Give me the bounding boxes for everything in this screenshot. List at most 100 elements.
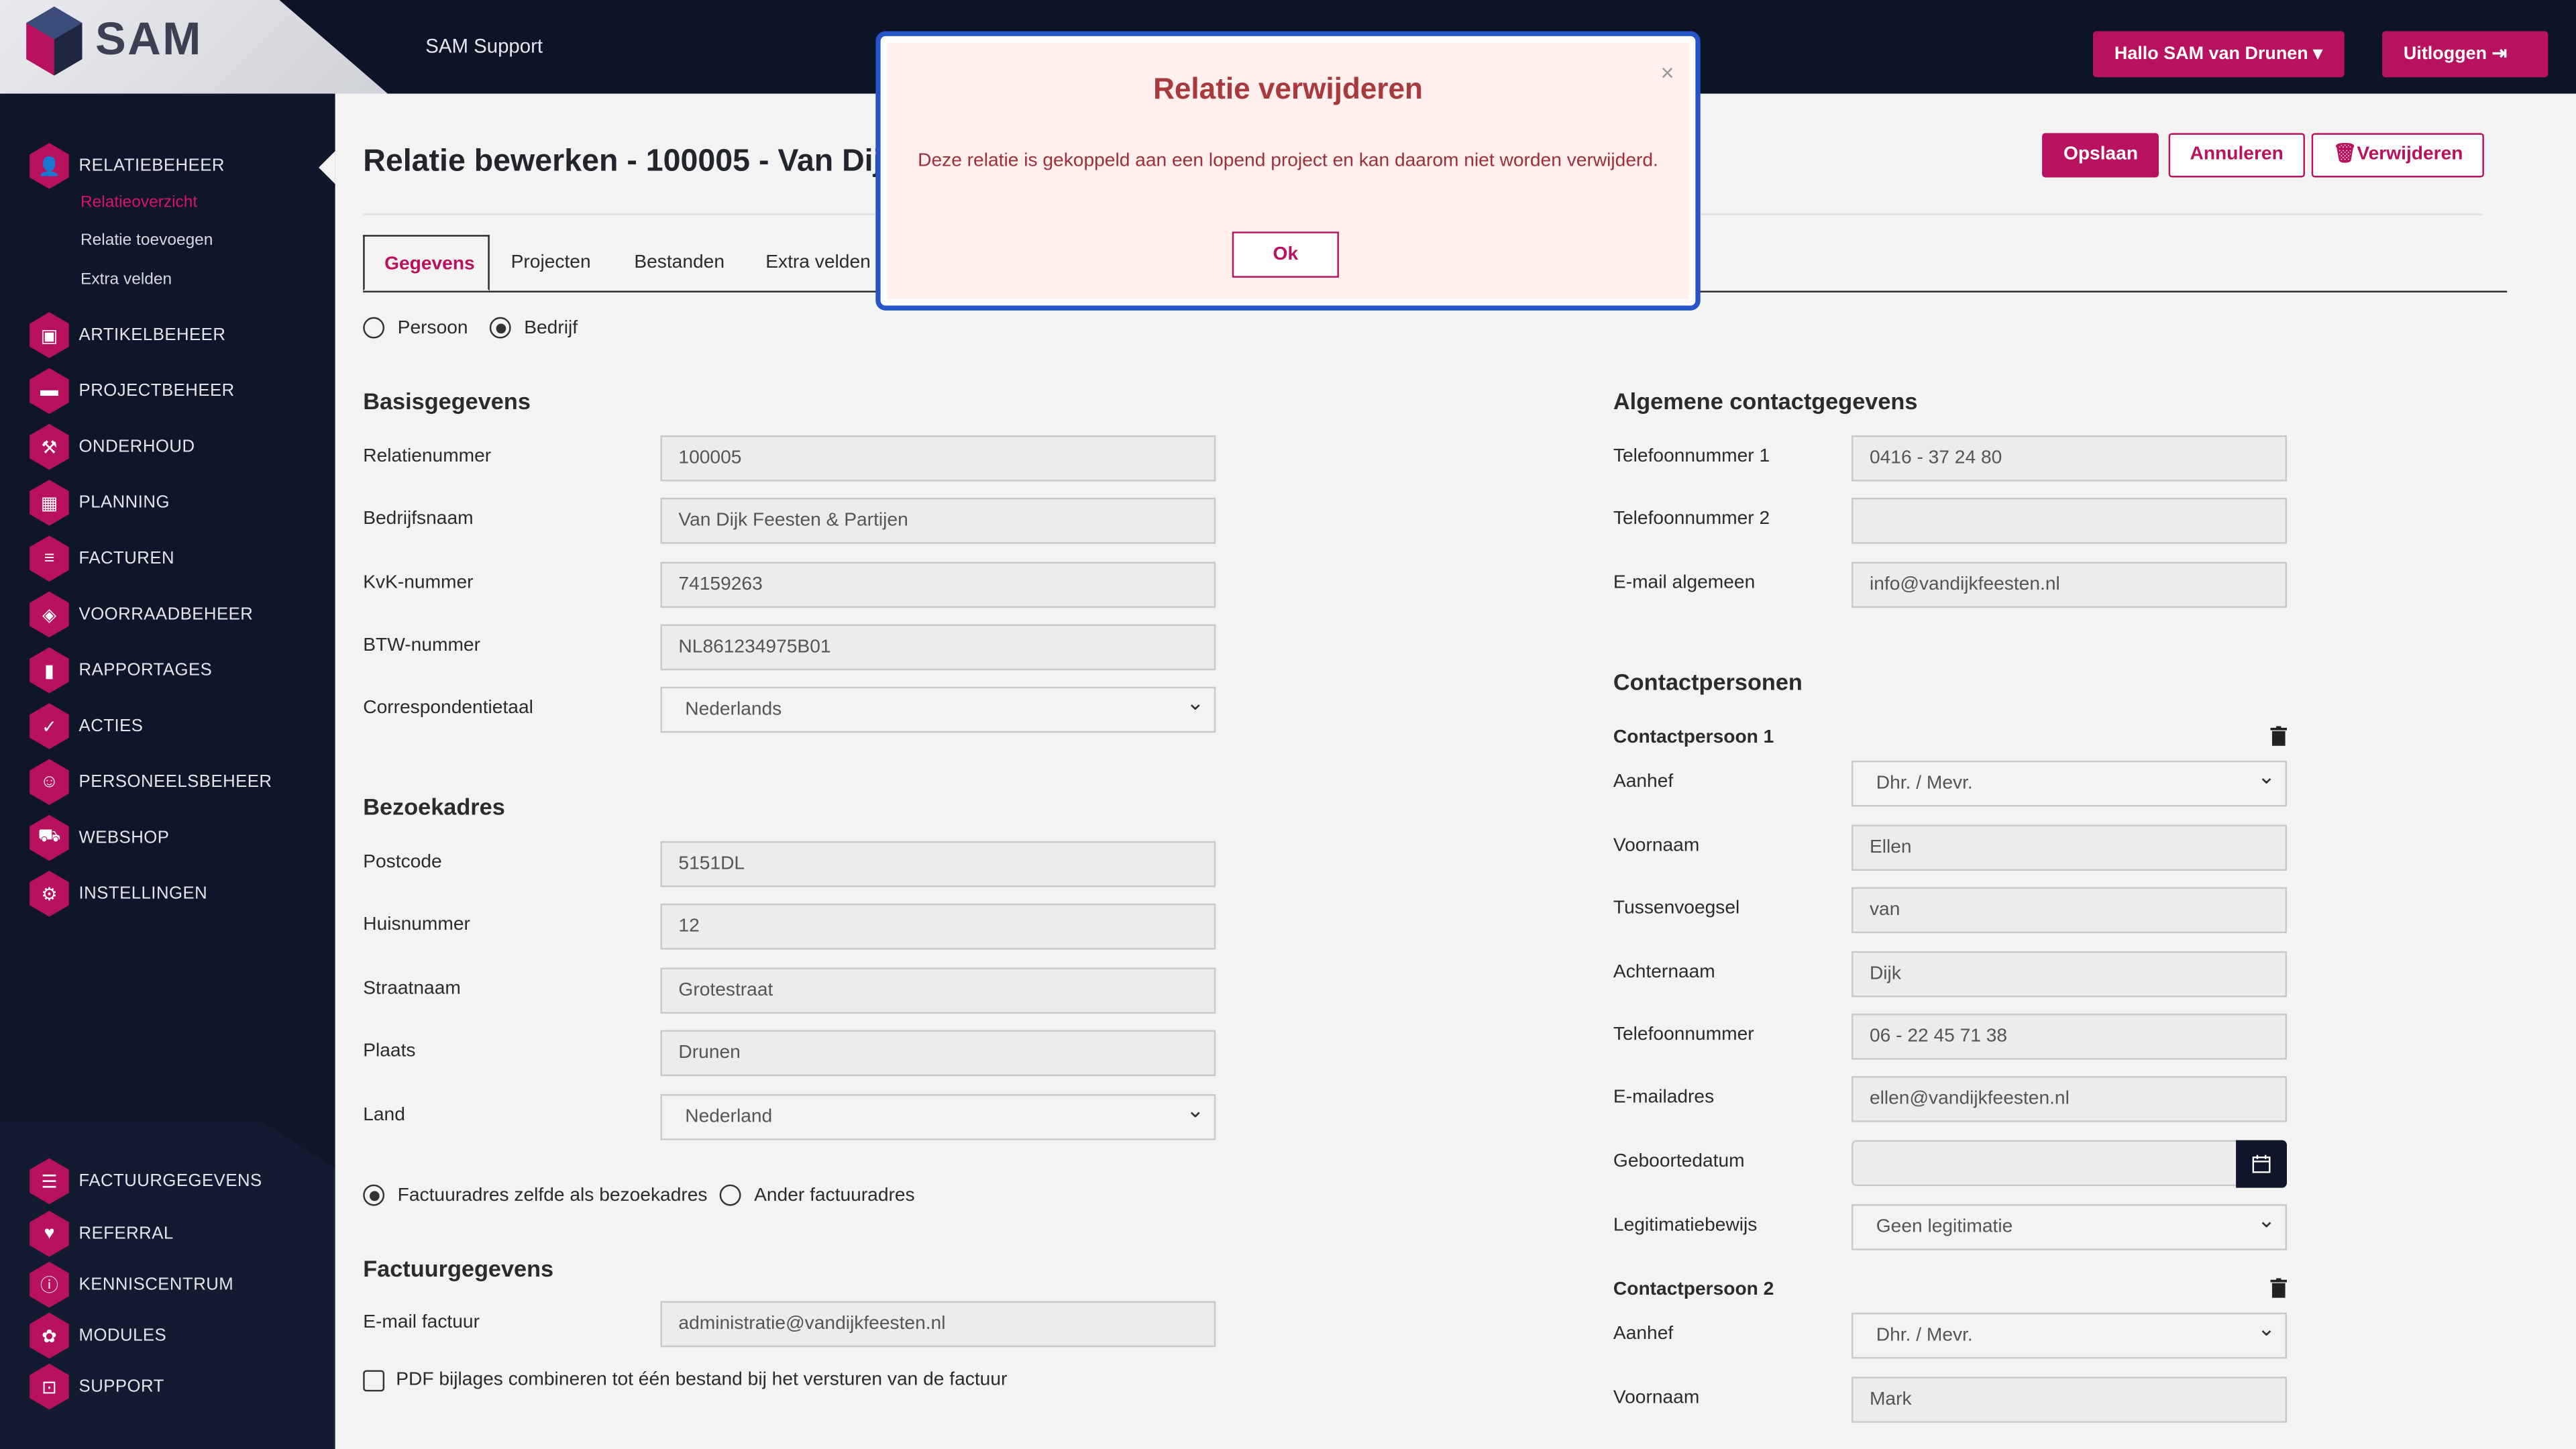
trash-icon: 🗑	[2332, 144, 2357, 164]
field-label: Aanhef	[1613, 772, 1674, 792]
sidebar-item-artikelbeheer[interactable]: ▣ ARTIKELBEHEER	[30, 312, 226, 358]
sidebar-item-label: ARTIKELBEHEER	[78, 325, 226, 345]
radio-persoon[interactable]: Persoon	[363, 317, 468, 339]
sidebar-item-facturen[interactable]: ≡ FACTUREN	[30, 535, 174, 582]
sidebar-item-factuurgegevens[interactable]: ☰ FACTUURGEGEVENS	[30, 1158, 262, 1205]
tab-gegevens[interactable]: Gegevens	[363, 235, 490, 291]
logout-button[interactable]: Uitloggen ⇥	[2382, 31, 2548, 78]
field-label: E-mail factuur	[363, 1312, 480, 1333]
section-contactpersonen: Contactpersonen	[1613, 668, 1803, 695]
radio-circle	[489, 317, 511, 339]
close-icon[interactable]: ×	[1660, 59, 1674, 85]
email-factuur-input[interactable]: administratie@vandijkfeesten.nl	[660, 1301, 1216, 1348]
taal-select[interactable]: Nederlands	[660, 682, 1216, 733]
sidebar-item-label: KENNISCENTRUM	[78, 1275, 234, 1295]
bedrijfsnaam-input[interactable]: Van Dijk Feesten & Partijen	[660, 498, 1216, 544]
sidebar-sub-relatieoverzicht[interactable]: Relatieoverzicht	[80, 194, 197, 212]
plaats-input[interactable]: Drunen	[660, 1030, 1216, 1077]
sidebar-item-personeelsbeheer[interactable]: ☺ PERSONEELSBEHEER	[30, 759, 272, 806]
modal-message: Deze relatie is gekoppeld aan een lopend…	[918, 151, 1658, 171]
radio-bedrijf[interactable]: Bedrijf	[489, 317, 578, 339]
ok-button[interactable]: Ok	[1232, 231, 1339, 278]
sidebar-item-acties[interactable]: ✓ ACTIES	[30, 703, 143, 749]
gear-icon: ⚙	[30, 870, 69, 917]
relatienummer-input[interactable]: 100005	[660, 435, 1216, 482]
telefoon2-input[interactable]	[1851, 498, 2288, 544]
chart-icon: ▮	[30, 647, 69, 694]
sidebar-item-label: INSTELLINGEN	[78, 883, 208, 904]
email-algemeen-input[interactable]: info@vandijkfeesten.nl	[1851, 561, 2288, 608]
sidebar-item-relatiebeheer[interactable]: 👤 RELATIEBEHEER	[30, 143, 225, 189]
support-link[interactable]: SAM Support	[425, 34, 543, 57]
wrench-icon: ⚒	[30, 423, 69, 470]
sidebar-item-instellingen[interactable]: ⚙ INSTELLINGEN	[30, 870, 208, 917]
sidebar-item-label: VOORRAADBEHEER	[78, 604, 254, 625]
field-label: Achternaam	[1613, 963, 1715, 983]
sidebar-item-webshop[interactable]: ⛟ WEBSHOP	[30, 814, 169, 861]
field-label: Huisnummer	[363, 915, 470, 935]
person-icon: ☺	[30, 759, 69, 806]
datepicker-button[interactable]	[2236, 1140, 2288, 1188]
trash-icon[interactable]	[2270, 1278, 2288, 1298]
aanhef-select[interactable]: Dhr. / Mevr.	[1851, 756, 2288, 807]
kvk-input[interactable]: 74159263	[660, 561, 1216, 608]
heart-icon: ♥	[30, 1210, 69, 1257]
logo-icon	[26, 6, 83, 76]
trash-icon[interactable]	[2270, 726, 2288, 746]
billing-icon: ☰	[30, 1158, 69, 1205]
radio-label: Persoon	[397, 317, 468, 338]
radio-other-address[interactable]: Ander factuuradres	[719, 1184, 915, 1206]
sidebar-item-label: RELATIEBEHEER	[78, 156, 225, 176]
tussenvoegsel-input[interactable]: van	[1851, 887, 2288, 934]
ticket-icon: ⊡	[30, 1363, 69, 1410]
sidebar-item-modules[interactable]: ✿ MODULES	[30, 1312, 166, 1359]
delete-button[interactable]: 🗑Verwijderen	[2311, 133, 2485, 178]
voornaam-input[interactable]: Ellen	[1851, 824, 2288, 871]
straatnaam-input[interactable]: Grotestraat	[660, 967, 1216, 1014]
emailadres-input[interactable]: ellen@vandijkfeesten.nl	[1851, 1076, 2288, 1122]
section-algemene-contactgegevens: Algemene contactgegevens	[1613, 387, 1918, 415]
cancel-button[interactable]: Annuleren	[2168, 133, 2305, 178]
active-arrow	[319, 151, 335, 184]
sidebar-sub-extra-velden[interactable]: Extra velden	[80, 271, 172, 289]
sidebar-item-label: REFERRAL	[78, 1224, 174, 1244]
huisnummer-input[interactable]: 12	[660, 903, 1216, 950]
user-menu-button[interactable]: Hallo SAM van Drunen ▾	[2093, 31, 2344, 78]
sidebar-item-projectbeheer[interactable]: ▬ PROJECTBEHEER	[30, 368, 235, 415]
achternaam-input[interactable]: Dijk	[1851, 951, 2288, 998]
sidebar-item-planning[interactable]: ▦ PLANNING	[30, 480, 170, 526]
checklist-icon: ✓	[30, 703, 69, 749]
legitimatie-select[interactable]: Geen legitimatie	[1851, 1199, 2288, 1250]
postcode-input[interactable]: 5151DL	[660, 841, 1216, 888]
caret-down-icon: ▾	[2313, 44, 2322, 64]
land-select[interactable]: Nederland	[660, 1089, 1216, 1140]
info-icon: ⓘ	[30, 1261, 69, 1308]
geboortedatum-input[interactable]	[1851, 1140, 2238, 1187]
select-value: Geen legitimatie	[1876, 1217, 2013, 1238]
sidebar-sub-relatie-toevoegen[interactable]: Relatie toevoegen	[80, 231, 213, 250]
sidebar-item-support[interactable]: ⊡ SUPPORT	[30, 1363, 164, 1410]
sidebar-item-voorraadbeheer[interactable]: ◈ VOORRAADBEHEER	[30, 591, 254, 638]
radio-label: Factuuradres zelfde als bezoekadres	[397, 1185, 708, 1205]
field-label: E-mail algemeen	[1613, 573, 1756, 594]
box-icon: ▣	[30, 312, 69, 358]
field-label: Land	[363, 1106, 405, 1126]
aanhef-select-2[interactable]: Dhr. / Mevr.	[1851, 1307, 2288, 1359]
tab-extra-velden[interactable]: Extra velden	[765, 235, 871, 290]
sidebar-item-referral[interactable]: ♥ REFERRAL	[30, 1210, 174, 1257]
pdf-combine-checkbox[interactable]	[363, 1370, 385, 1392]
voornaam-input-2[interactable]: Mark	[1851, 1377, 2288, 1423]
sidebar-item-kenniscentrum[interactable]: ⓘ KENNISCENTRUM	[30, 1261, 234, 1308]
btw-input[interactable]: NL861234975B01	[660, 624, 1216, 671]
stock-icon: ◈	[30, 591, 69, 638]
field-label: Telefoonnummer 2	[1613, 509, 1770, 529]
telefoonnummer-input[interactable]: 06 - 22 45 71 38	[1851, 1014, 2288, 1060]
save-button[interactable]: Opslaan	[2042, 133, 2159, 178]
tab-bestanden[interactable]: Bestanden	[634, 235, 724, 290]
telefoon1-input[interactable]: 0416 - 37 24 80	[1851, 435, 2288, 482]
logo-text: SAM	[95, 13, 203, 64]
radio-same-address[interactable]: Factuuradres zelfde als bezoekadres	[363, 1184, 708, 1206]
sidebar-item-onderhoud[interactable]: ⚒ ONDERHOUD	[30, 423, 195, 470]
sidebar-item-rapportages[interactable]: ▮ RAPPORTAGES	[30, 647, 212, 694]
tab-projecten[interactable]: Projecten	[511, 235, 591, 290]
